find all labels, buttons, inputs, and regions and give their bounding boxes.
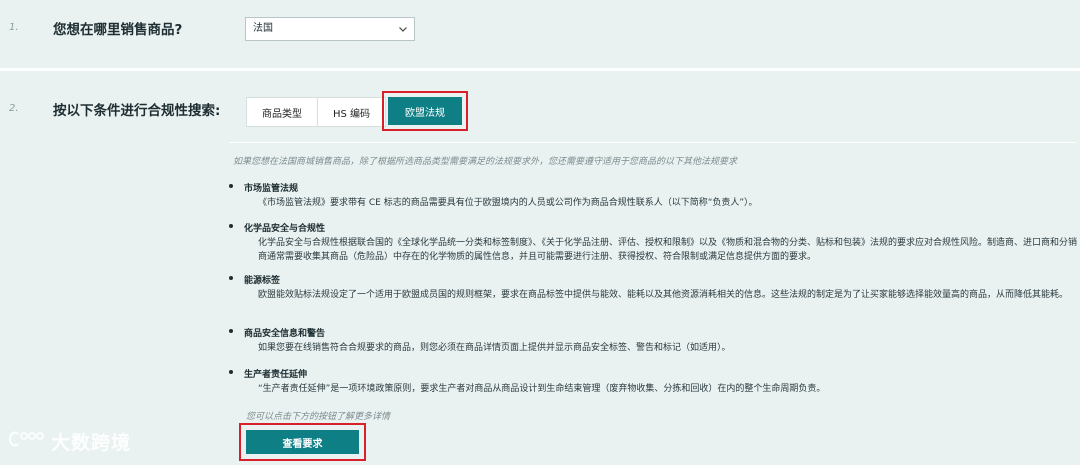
watermark: 大数跨境: [7, 428, 131, 455]
section-divider: [0, 68, 1080, 71]
regulations-panel: 如果您想在法国商城销售商品，除了根据所选商品类型需要满足的法规要求外，您还需要遵…: [229, 142, 1078, 439]
highlight-box-view-requirements: 查看要求: [239, 423, 366, 461]
step-1-question: 您想在哪里销售商品?: [53, 22, 183, 38]
bullet-icon: [229, 276, 233, 280]
country-select[interactable]: 法国: [245, 17, 415, 41]
watermark-logo-icon: [7, 428, 45, 455]
footer-note: 您可以点击下方的按钮了解更多详情: [246, 412, 391, 422]
search-tabs: 商品类型 HS 编码: [246, 97, 386, 127]
view-requirements-button[interactable]: 查看要求: [246, 430, 359, 454]
tab-hs-code[interactable]: HS 编码: [318, 97, 386, 127]
regulation-body: 如果您要在线销售符合合规要求的商品，则您必须在商品详情页面上提供并显示商品安全标…: [258, 343, 731, 353]
regulation-title: 商品安全信息和警告: [244, 329, 326, 339]
chevron-down-icon: [398, 18, 408, 40]
regulation-body: 化学品安全与合规性根据联合国的《全球化学品统一分类和标签制度》、《关于化学品注册…: [258, 238, 1078, 262]
step-2-question: 按以下条件进行合规性搜索:: [53, 103, 221, 119]
tab-product-type[interactable]: 商品类型: [246, 97, 318, 127]
regulation-title: 市场监管法规: [244, 184, 299, 194]
watermark-text: 大数跨境: [51, 432, 132, 454]
country-select-value: 法国: [253, 23, 273, 34]
highlight-box-eu-regulations: 欧盟法规: [382, 91, 468, 131]
regulation-title: 生产者责任延伸: [244, 370, 308, 380]
bullet-icon: [229, 329, 233, 333]
regulation-body: 《市场监管法规》要求带有 CE 标志的商品需要具有位于欧盟境内的人员或公司作为商…: [258, 198, 758, 208]
regulation-body: 欧盟能效贴标法规设定了一个适用于欧盟成员国的规则框架，要求在商品标签中提供与能效…: [258, 290, 1069, 300]
regulation-title: 化学品安全与合规性: [244, 224, 326, 234]
bullet-icon: [229, 224, 233, 228]
regulation-body: “生产者责任延伸”是一项环境政策原则，要求生产者对商品从商品设计到生命结束管理（…: [258, 384, 826, 394]
tab-eu-regulations[interactable]: 欧盟法规: [388, 97, 462, 125]
step-1-number: 1.: [9, 22, 19, 33]
step-2-number: 2.: [9, 103, 19, 114]
intro-text: 如果您想在法国商城销售商品，除了根据所选商品类型需要满足的法规要求外，您还需要遵…: [233, 157, 738, 167]
bullet-icon: [229, 184, 233, 188]
bullet-icon: [229, 370, 233, 374]
regulation-title: 能源标签: [244, 276, 281, 286]
